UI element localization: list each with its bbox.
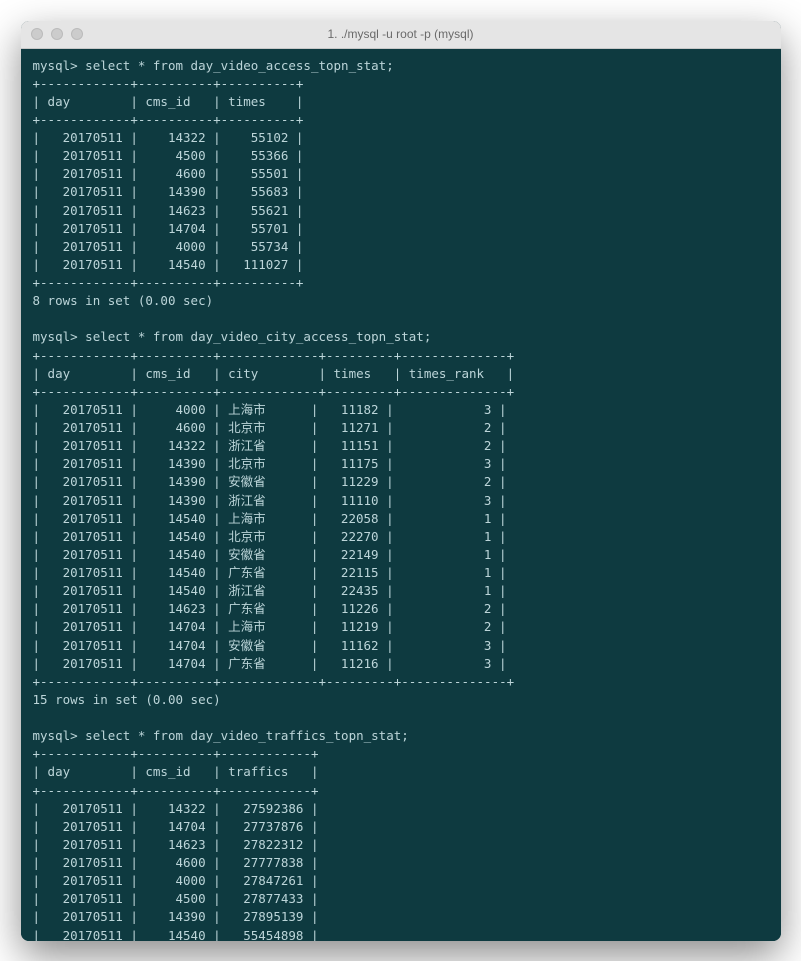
window-title: 1. ./mysql -u root -p (mysql) bbox=[21, 27, 781, 41]
terminal-body[interactable]: mysql> select * from day_video_access_to… bbox=[21, 49, 781, 941]
title-bar: 1. ./mysql -u root -p (mysql) bbox=[21, 21, 781, 49]
terminal-window: 1. ./mysql -u root -p (mysql) mysql> sel… bbox=[21, 21, 781, 941]
